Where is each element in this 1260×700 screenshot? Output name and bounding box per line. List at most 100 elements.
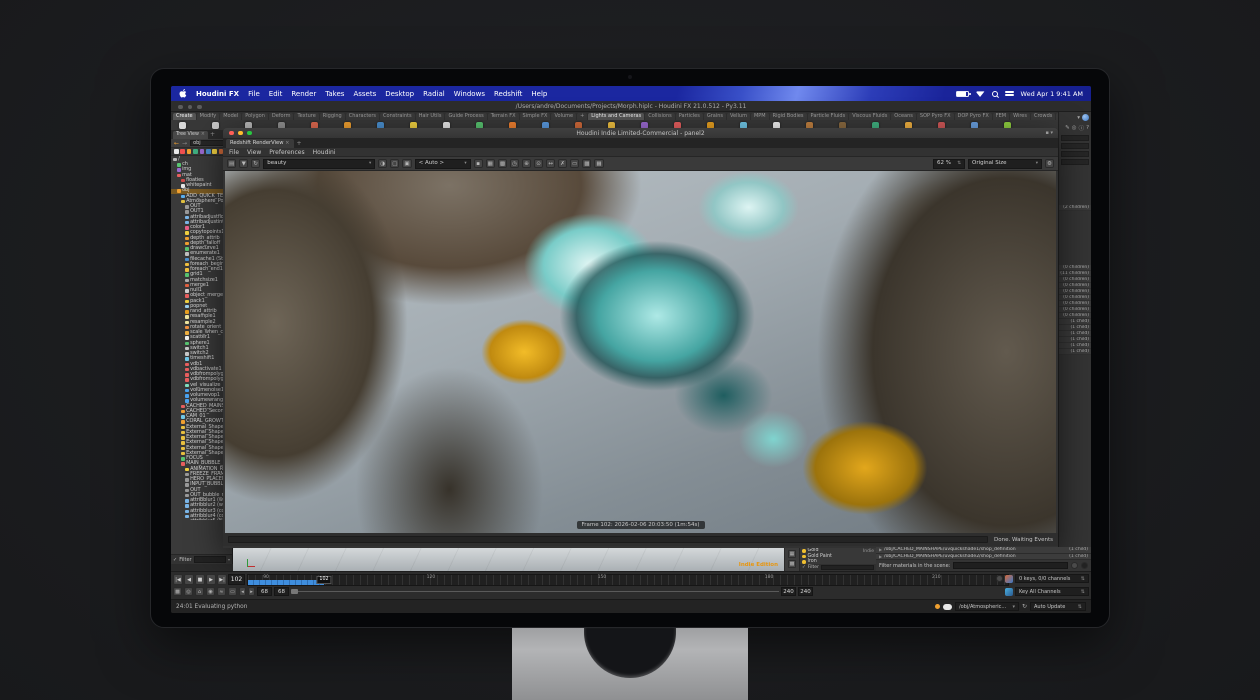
transport-button[interactable]: ▶| xyxy=(217,574,227,585)
shelf-tab[interactable]: Rigging xyxy=(320,113,345,120)
clear-icon[interactable]: ✗ xyxy=(558,159,567,168)
gear-icon[interactable]: ⚙ xyxy=(1045,159,1054,168)
range-start2-field[interactable]: 68 xyxy=(274,587,289,596)
shelf-tab[interactable]: Vellum xyxy=(727,113,750,120)
color-correct-icon[interactable]: ◑ xyxy=(378,159,387,168)
shelf-tab[interactable]: Polygon xyxy=(242,113,268,120)
network-type-icon[interactable] xyxy=(187,149,192,154)
viewport-sliver[interactable]: Indie Edition xyxy=(233,548,784,571)
back-arrow-icon[interactable]: ← xyxy=(174,140,179,147)
sim-toggle-icon[interactable]: ≈ xyxy=(217,587,226,596)
param-field[interactable] xyxy=(1061,143,1089,149)
expand-triangle-icon[interactable]: ▶ xyxy=(879,554,882,559)
dopnet-icon[interactable]: ◉ xyxy=(206,587,215,596)
shelf-tab[interactable]: Characters xyxy=(346,113,379,120)
filter-check-icon[interactable]: ✓ xyxy=(173,557,177,563)
transport-button[interactable]: ■ xyxy=(195,574,205,585)
material-filter-input[interactable] xyxy=(953,562,1068,569)
shelf-tab[interactable]: Oceans xyxy=(891,113,916,120)
render-image-area[interactable]: Frame 102: 2026-02-06 20:03:50 (1m:54s) xyxy=(225,171,1056,533)
current-node-select[interactable]: /obj/Atmospheric...▾ xyxy=(955,602,1019,611)
network-type-icon[interactable] xyxy=(200,149,205,154)
range-end-field[interactable]: 240 xyxy=(781,587,796,596)
save-image-icon[interactable]: ▼ xyxy=(239,159,248,168)
filter-toggle-icon[interactable] xyxy=(1071,562,1078,569)
info-icon[interactable]: ⓘ xyxy=(1079,124,1085,132)
network-type-icon[interactable] xyxy=(174,149,179,154)
loop-mode-icon[interactable]: ⌂ xyxy=(195,587,204,596)
network-type-icon[interactable] xyxy=(206,149,211,154)
window-traffic-lights-inactive[interactable] xyxy=(178,105,202,110)
palette-filter-input[interactable] xyxy=(821,565,874,570)
image-size-select[interactable]: Original Size▾ xyxy=(968,159,1042,169)
copy-icon[interactable]: ▦ xyxy=(594,159,603,168)
range-end2-field[interactable]: 240 xyxy=(798,587,813,596)
menubar-clock[interactable]: Wed Apr 1 9:41 AM xyxy=(1021,90,1083,98)
menubar-menu-item[interactable]: Assets xyxy=(353,90,376,98)
shelf-tab[interactable]: Model xyxy=(220,113,241,120)
shelf-tab[interactable]: Grains xyxy=(704,113,726,120)
shelf-tab[interactable]: MPM xyxy=(751,113,769,120)
panel-menu-item[interactable]: View xyxy=(247,149,261,156)
shelf-tab[interactable]: SOP Pyro FX xyxy=(917,113,954,120)
crop-icon[interactable]: ▣ xyxy=(402,159,411,168)
tab-redshift-renderview[interactable]: Redshift RenderView × xyxy=(226,139,294,148)
network-type-icon[interactable] xyxy=(193,149,198,154)
new-tab-icon[interactable]: + xyxy=(210,131,215,139)
panel-toggle-icon[interactable]: ▩ xyxy=(788,560,796,568)
shelf-tab[interactable]: Constraints xyxy=(380,113,415,120)
shelf-tool-icon[interactable] xyxy=(179,122,186,129)
help-icon[interactable]: ? xyxy=(1086,125,1089,131)
shelf-tab[interactable]: Particle Fluids xyxy=(808,113,849,120)
audio-toggle-icon[interactable]: ◎ xyxy=(184,587,193,596)
edit-icon[interactable]: ✎ xyxy=(1065,125,1070,131)
shelf-tab[interactable]: Volume xyxy=(551,113,576,120)
panel-menu-item[interactable]: Preferences xyxy=(269,149,304,156)
network-type-icon[interactable] xyxy=(180,149,185,154)
new-tab-icon[interactable]: + xyxy=(297,140,302,148)
transport-button[interactable]: |◀ xyxy=(173,574,183,585)
param-field[interactable] xyxy=(1061,151,1089,157)
battery-icon[interactable] xyxy=(956,91,969,97)
shelf-tab[interactable]: Rigid Bodies xyxy=(770,113,807,120)
restart-render-icon[interactable]: ↻ xyxy=(251,159,260,168)
shelf-tab[interactable]: Deform xyxy=(269,113,294,120)
houdini-window-titlebar[interactable]: /Users/andre/Documents/Projects/Morph.hi… xyxy=(171,101,1091,112)
layout-icon[interactable]: ▩ xyxy=(582,159,591,168)
shelf-tab[interactable]: Wires xyxy=(1010,113,1030,120)
menubar-menu-item[interactable]: Windows xyxy=(454,90,485,98)
close-button[interactable] xyxy=(229,131,234,136)
fit-icon[interactable]: ↔ xyxy=(546,159,555,168)
wifi-icon[interactable] xyxy=(976,90,985,97)
shelf-tab[interactable]: FEM xyxy=(993,113,1009,120)
range-next-icon[interactable]: ▸ xyxy=(248,587,255,596)
range-slider-icon[interactable]: ▭ xyxy=(228,587,237,596)
shelf-tab[interactable]: Crowds xyxy=(1031,113,1055,120)
background-icon[interactable]: ▢ xyxy=(390,159,399,168)
param-field[interactable] xyxy=(1061,159,1089,165)
shelf-tab[interactable]: Guide Process xyxy=(445,113,486,120)
shelf-tab[interactable]: Simple FX xyxy=(520,113,551,120)
timeline-track[interactable]: 90120150180210 102 xyxy=(247,574,1009,586)
menubar-menu-item[interactable]: Help xyxy=(531,90,547,98)
region-icon[interactable]: ▩ xyxy=(498,159,507,168)
zoom-button[interactable] xyxy=(247,131,252,136)
transport-button[interactable]: ◀ xyxy=(184,574,194,585)
compare-icon[interactable]: ▭ xyxy=(570,159,579,168)
lock-icon[interactable]: ▪ xyxy=(474,159,483,168)
render-pass-select[interactable]: beauty▾ xyxy=(263,159,375,169)
menubar-menu-item[interactable]: Desktop xyxy=(385,90,414,98)
expand-triangle-icon[interactable]: ▶ xyxy=(879,547,882,552)
scrub-zoom-icon[interactable] xyxy=(996,575,1003,582)
key-all-channels-button[interactable]: Key All Channels⇅ xyxy=(1015,587,1089,596)
menubar-menu-item[interactable]: Edit xyxy=(269,90,283,98)
menubar-menu-item[interactable]: Render xyxy=(291,90,316,98)
filter-check-icon[interactable]: ✓ xyxy=(802,565,806,570)
apple-menu-icon[interactable] xyxy=(179,89,187,98)
panel-menu-item[interactable]: File xyxy=(229,149,239,156)
shelf-tab[interactable]: Hair Utils xyxy=(416,113,445,120)
shelf-tab[interactable]: DOP Pyro FX xyxy=(955,113,992,120)
target-icon[interactable]: ⊕ xyxy=(522,159,531,168)
menubar-menu-item[interactable]: File xyxy=(248,90,260,98)
menubar-menu-item[interactable]: Redshift xyxy=(494,90,522,98)
